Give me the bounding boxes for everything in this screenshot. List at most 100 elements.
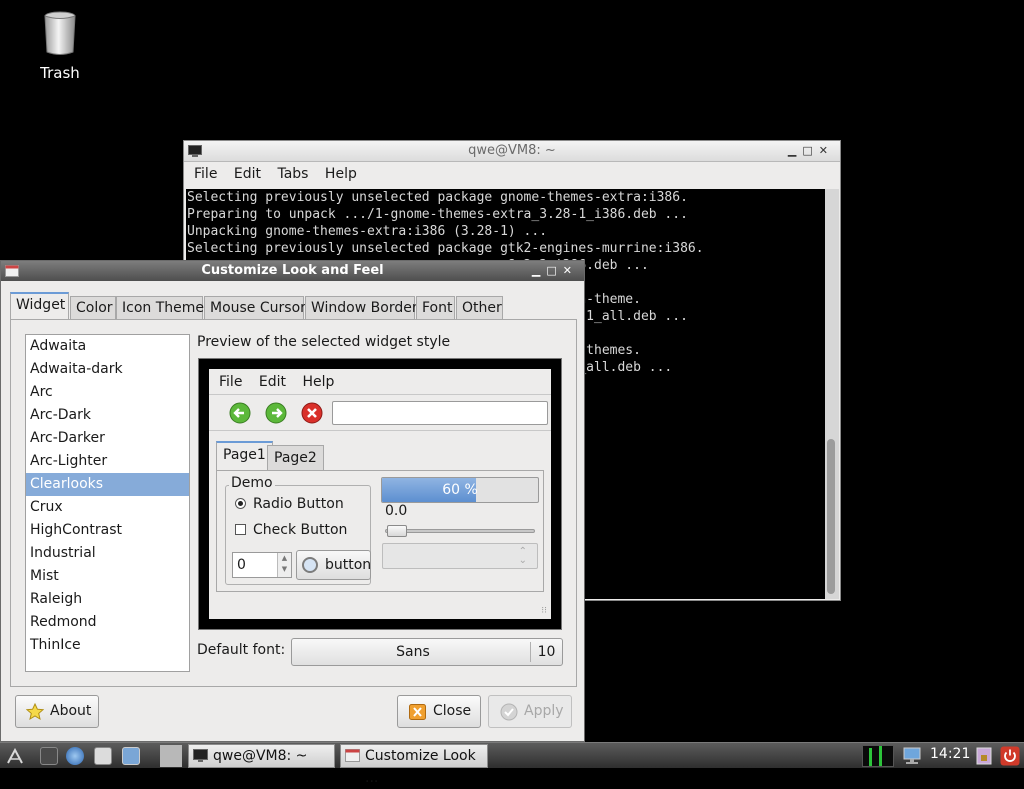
show-desktop-icon[interactable] [40,747,58,765]
terminal-title: qwe@VM8: ~ [468,143,556,158]
customize-dialog[interactable]: Customize Look and Feel ▁□✕ Widget Color… [0,260,585,742]
preview-tab-page1[interactable]: Page1 [216,441,273,471]
tab-font[interactable]: Font [416,296,455,321]
slider-handle[interactable] [387,525,407,537]
about-button[interactable]: About [15,695,99,728]
menu-help[interactable]: Help [325,166,357,182]
close-icon[interactable]: ✕ [819,144,834,157]
menu-file[interactable]: File [194,166,217,182]
menu-tabs[interactable]: Tabs [277,166,308,182]
list-item[interactable]: Arc-Lighter [26,450,189,473]
trash-label: Trash [40,64,80,82]
preview-button-label: button [325,557,372,573]
list-item[interactable]: Raleigh [26,588,189,611]
dialog-titlebar[interactable]: Customize Look and Feel ▁□✕ [1,261,584,281]
preview-combo-box: ⌃ ⌄ [382,543,538,569]
combo-arrows-icon: ⌃ ⌄ [518,546,527,566]
tab-mouse-cursor[interactable]: Mouse Cursor [204,296,306,321]
apply-label: Apply [524,703,564,719]
list-item[interactable]: Redmond [26,611,189,634]
terminal-titlebar[interactable]: qwe@VM8: ~ ▁□✕ [184,141,840,162]
preview-menu-file[interactable]: File [219,374,242,390]
start-menu-icon[interactable] [6,747,24,765]
task-terminal-label: qwe@VM8: ~ [213,748,308,764]
tab-window-border[interactable]: Window Border [305,296,418,321]
forward-arrow-icon[interactable] [265,402,287,424]
workspace-switcher-icon[interactable] [122,747,140,765]
terminal-line: Preparing to unpack .../1-gnome-themes-e… [187,207,688,222]
list-item[interactable]: Arc [26,381,189,404]
default-font-label: Default font: [197,642,286,658]
tab-widget[interactable]: Widget [10,292,69,322]
maximize-icon[interactable]: □ [802,144,818,157]
preview-label: Preview of the selected widget style [197,334,451,350]
clock[interactable]: 14:21 [930,746,970,762]
list-item[interactable]: Crux [26,496,189,519]
about-label: About [50,703,92,719]
back-arrow-icon[interactable] [229,402,251,424]
scale-value: 0.0 [385,503,408,519]
cpu-monitor [862,745,894,767]
spin-arrows-icon[interactable]: ▲ ▼ [277,553,291,577]
close-label: Close [433,703,472,719]
spin-value: 0 [237,557,246,573]
radio-button[interactable]: Radio Button [235,496,344,512]
task-customize[interactable]: Customize Look ... [340,744,488,786]
radio-label: Radio Button [253,496,344,512]
preview-tab-page2[interactable]: Page2 [267,445,324,471]
tab-icon-theme[interactable]: Icon Theme [116,296,204,321]
apply-button[interactable]: Apply [488,695,572,728]
scrollbar-thumb[interactable] [827,439,835,594]
demo-legend: Demo [229,475,275,491]
terminal-scrollbar[interactable] [825,189,839,599]
minimize-icon[interactable]: ▁ [788,144,802,157]
minimize-icon[interactable]: ▁ [532,264,546,277]
taskbar: qwe@VM8: ~ Customize Look ... 14:21 [0,742,1024,786]
check-button[interactable]: Check Button [235,522,347,538]
list-item[interactable]: Mist [26,565,189,588]
list-item[interactable]: HighContrast [26,519,189,542]
close-button[interactable]: Close [397,695,481,728]
preview-menu-edit[interactable]: Edit [259,374,286,390]
power-icon[interactable] [1000,746,1020,766]
browser-globe-icon[interactable] [66,747,84,765]
close-icon[interactable]: ✕ [563,264,578,277]
network-icon[interactable] [902,747,922,765]
font-size: 10 [530,642,562,662]
lock-screen-icon[interactable] [975,747,993,765]
terminal-icon [188,145,202,157]
list-item[interactable]: Arc-Dark [26,404,189,427]
list-item[interactable]: Arc-Darker [26,427,189,450]
radio-dot-icon [235,498,246,509]
theme-list[interactable]: Adwaita Adwaita-dark Arc Arc-Dark Arc-Da… [25,334,190,672]
list-item[interactable]: ThinIce [26,634,189,657]
tab-other[interactable]: Other [456,296,503,321]
preview-menu-help[interactable]: Help [302,374,334,390]
preview-tab-body: Radio Button Check Button 0 ▲ ▼ button Dem… [216,470,544,592]
star-icon [26,703,44,721]
terminal-icon [193,749,208,762]
scale-slider[interactable] [385,525,535,537]
list-item[interactable]: Adwaita [26,335,189,358]
tab-color[interactable]: Color [70,296,116,321]
trash-icon [44,11,76,55]
trash-desktop-icon[interactable]: Trash [28,10,92,82]
preview-text-entry[interactable] [332,401,548,425]
menu-edit[interactable]: Edit [234,166,261,182]
file-manager-icon[interactable] [94,747,112,765]
preview-button[interactable]: button [296,550,371,580]
list-item-selected[interactable]: Clearlooks [26,473,189,496]
stop-icon[interactable] [301,402,323,424]
workspace-2[interactable] [160,745,182,767]
spin-button[interactable]: 0 ▲ ▼ [232,552,292,578]
checkbox-icon [235,524,246,535]
terminal-line: Unpacking gnome-themes-extra:i386 (3.28-… [187,224,548,239]
list-item[interactable]: Adwaita-dark [26,358,189,381]
maximize-icon[interactable]: □ [546,264,562,277]
task-terminal[interactable]: qwe@VM8: ~ [188,744,335,768]
list-item[interactable]: Industrial [26,542,189,565]
resize-grip-icon: ⁝⁝ [541,606,547,616]
font-name: Sans [396,644,430,660]
progress-bar: 60 % [381,477,539,503]
font-picker-button[interactable]: Sans 10 [291,638,563,666]
